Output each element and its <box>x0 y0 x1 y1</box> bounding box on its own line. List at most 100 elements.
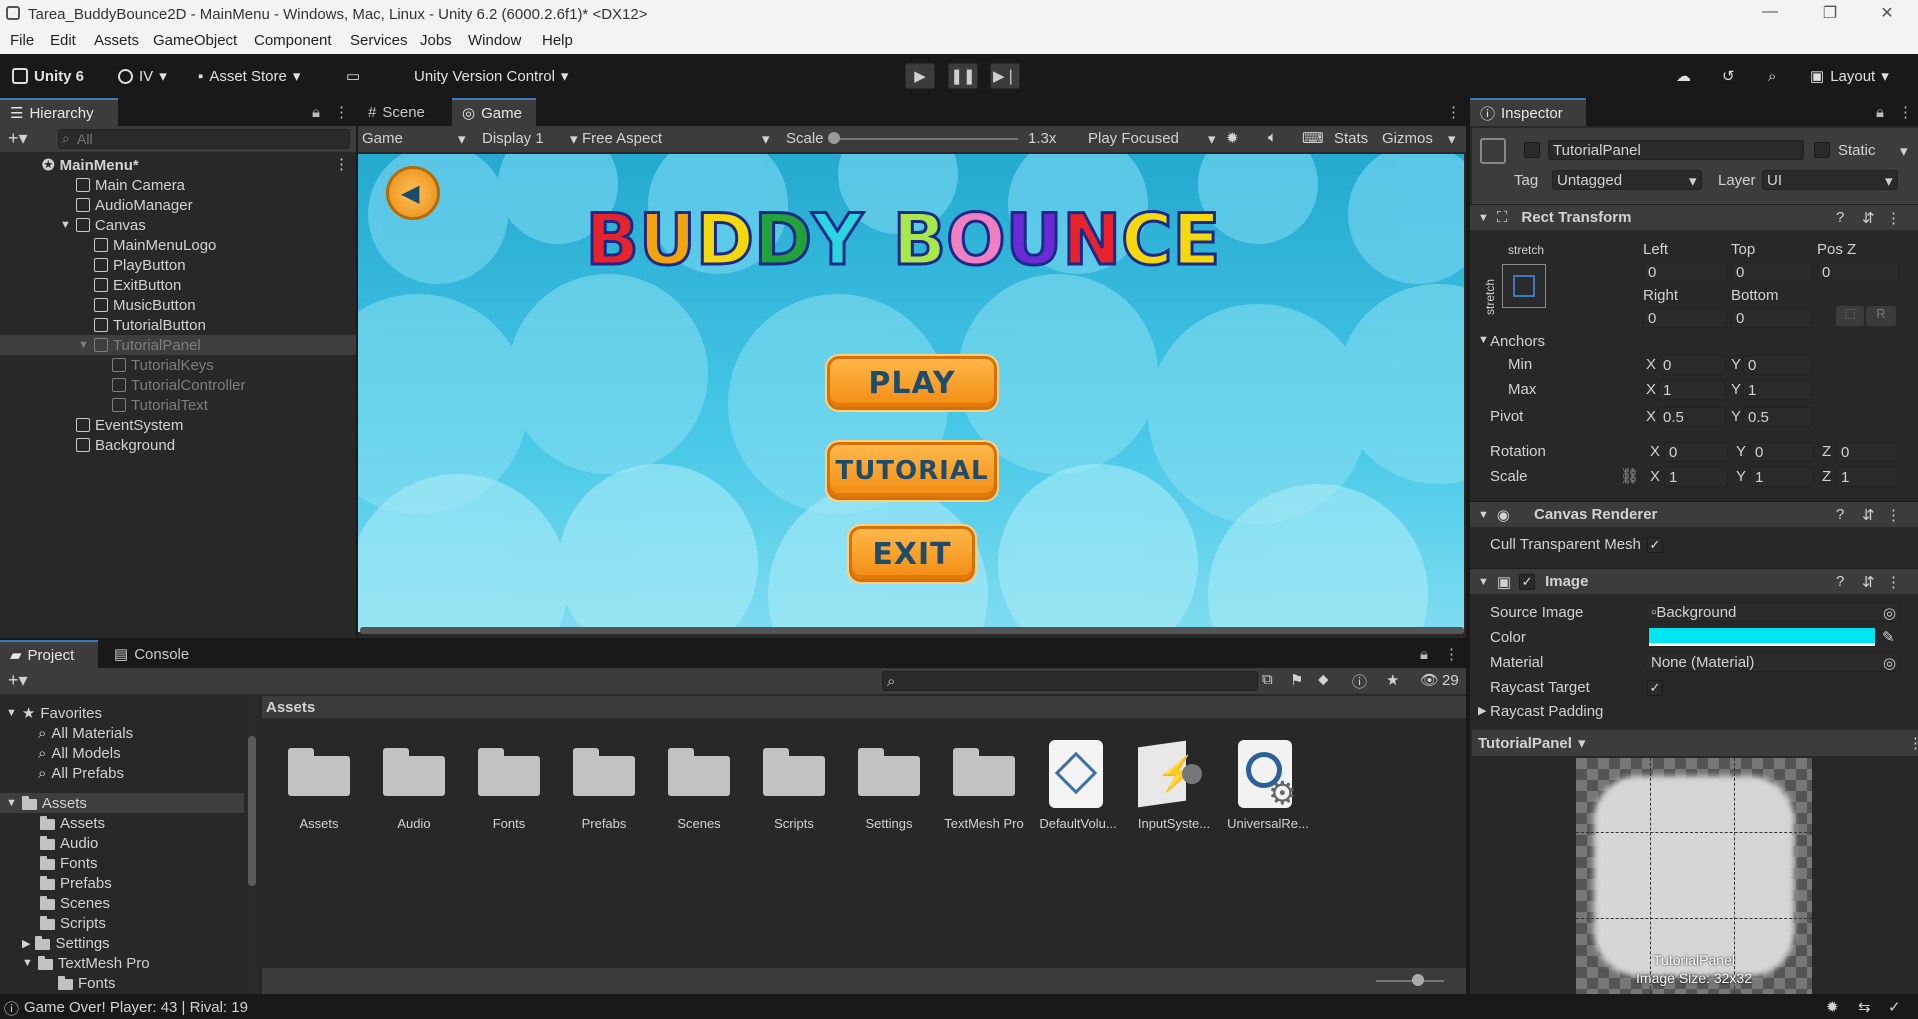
source-image-field[interactable]: ▫Background ◎ <box>1646 602 1900 622</box>
status-message[interactable]: Game Over! Player: 43 | Rival: 19 <box>24 999 248 1016</box>
hierarchy-item[interactable]: MainMenuLogo <box>94 235 216 255</box>
input-system-asset[interactable]: ⚡ <box>1138 740 1202 808</box>
more-icon[interactable]: ⋮ <box>1908 734 1918 752</box>
favorite-item[interactable]: ⌕ All Prefabs <box>38 763 124 783</box>
play-focus-dropdown[interactable]: Play Focused ▾ <box>1088 130 1224 148</box>
cloud-diagnostics-icon[interactable]: ▭ <box>346 63 360 89</box>
inspector-scrollbar[interactable] <box>1908 130 1916 724</box>
add-icon[interactable]: +▾ <box>8 670 28 691</box>
scale-slider-track[interactable] <box>834 138 1018 140</box>
add-icon[interactable]: +▾ <box>8 128 28 149</box>
project-search-input[interactable]: ⌕ <box>882 671 1258 691</box>
rect-transform-header[interactable]: ▼ ⛶ Rect Transform ? ⇵ ⋮ <box>1470 204 1918 230</box>
volume-profile-asset[interactable] <box>1049 740 1103 808</box>
folder-tree-item[interactable]: Scenes <box>40 893 110 913</box>
game-mode-dropdown[interactable]: Game ▾ <box>362 130 472 148</box>
pivot-x-field[interactable]: 0.5 <box>1658 407 1726 427</box>
play-button[interactable]: ▶ <box>905 63 935 89</box>
folder-item[interactable] <box>478 748 540 796</box>
aspect-dropdown[interactable]: Free Aspect ▾ <box>582 130 776 148</box>
folder-tree-item[interactable]: Audio <box>40 833 98 853</box>
presets-icon[interactable]: ⇵ <box>1862 506 1875 524</box>
tab-scene[interactable]: # Scene <box>358 98 452 126</box>
chevron-down-icon[interactable]: ▾ <box>1900 142 1908 160</box>
chevron-down-icon[interactable]: ▾ <box>1448 130 1456 148</box>
hierarchy-item[interactable]: ▼ Canvas <box>60 215 146 235</box>
lock-icon[interactable]: 🔒︎ <box>1876 104 1884 121</box>
scale-y-field[interactable]: 1 <box>1750 467 1814 487</box>
more-icon[interactable]: ⋮ <box>1444 645 1459 663</box>
left-field[interactable]: 0 <box>1643 262 1727 282</box>
menu-assets[interactable]: Assets <box>94 32 139 49</box>
anchors-arrow-icon[interactable]: ▼ <box>1478 334 1489 346</box>
audio-icon[interactable]: 🔈︎ <box>1268 129 1277 146</box>
anchor-presets-button[interactable] <box>1502 264 1546 308</box>
hierarchy-item[interactable]: TutorialButton <box>94 315 206 335</box>
favorite-item[interactable]: ⌕ All Materials <box>38 723 133 743</box>
material-field[interactable]: None (Material) ◎ <box>1646 652 1900 672</box>
icon-size-slider-thumb[interactable] <box>1412 974 1424 986</box>
menu-file[interactable]: File <box>10 32 34 49</box>
tab-project[interactable]: ▰ Project <box>0 640 98 668</box>
hierarchy-item[interactable]: TutorialController <box>112 375 246 395</box>
expand-arrow-icon[interactable]: ▶ <box>1478 704 1486 717</box>
layout-button[interactable]: ▣ Layout ▾ <box>1810 63 1889 89</box>
more-icon[interactable]: ⋮ <box>1886 573 1901 591</box>
preview-title[interactable]: TutorialPanel <box>1478 735 1572 752</box>
menu-services[interactable]: Services <box>350 32 408 49</box>
tutorial-game-button[interactable]: TUTORIAL <box>827 442 997 500</box>
folder-tree-item[interactable]: ▶ Settings <box>22 933 110 953</box>
object-picker-icon[interactable]: ◎ <box>1883 654 1896 671</box>
menu-help[interactable]: Help <box>542 32 573 49</box>
folder-tree-item[interactable]: Fonts <box>40 853 98 873</box>
star-icon[interactable]: ★ <box>1386 671 1399 689</box>
folder-item[interactable] <box>953 748 1015 796</box>
step-button[interactable]: ▶❘ <box>990 63 1020 89</box>
minimize-icon[interactable]: — <box>1755 3 1785 21</box>
search-icon[interactable]: ⌕ <box>1768 63 1776 89</box>
display-dropdown[interactable]: Display 1 ▾ <box>482 130 582 148</box>
help-icon[interactable]: ? <box>1836 573 1844 590</box>
active-checkbox[interactable] <box>1524 142 1540 162</box>
anchor-max-y-field[interactable]: 1 <box>1743 380 1813 400</box>
rotation-y-field[interactable]: 0 <box>1750 442 1814 462</box>
folder-tree-item[interactable]: Scripts <box>40 913 106 933</box>
lock-icon[interactable]: 🔒︎ <box>1420 646 1428 663</box>
scale-slider-thumb[interactable] <box>828 132 840 144</box>
search-by-type-icon[interactable]: ⧉ <box>1262 671 1273 688</box>
rotation-x-field[interactable]: 0 <box>1664 442 1728 462</box>
music-button[interactable]: ◀ <box>386 166 440 220</box>
menu-edit[interactable]: Edit <box>50 32 76 49</box>
image-header[interactable]: ▼ ▣ ✓ Image ? ⇵ ⋮ <box>1470 568 1918 594</box>
folder-tree-item[interactable]: ▼ TextMesh Pro <box>22 953 150 973</box>
icon-size-slider-track[interactable] <box>1376 980 1444 982</box>
keyboard-icon[interactable]: ⌨ <box>1302 129 1324 147</box>
history-icon[interactable]: ↺ <box>1722 63 1735 89</box>
hierarchy-item[interactable]: EventSystem <box>76 415 183 435</box>
cache-icon[interactable]: ⇆ <box>1858 998 1871 1016</box>
favorite-item[interactable]: ⌕ All Models <box>38 743 121 763</box>
breadcrumb-assets[interactable]: Assets <box>266 699 315 716</box>
folder-item[interactable] <box>383 748 445 796</box>
cloud-icon[interactable]: ☁ <box>1676 63 1691 89</box>
expand-arrow-icon[interactable]: ▼ <box>78 339 89 351</box>
hierarchy-item[interactable]: TutorialKeys <box>112 355 214 375</box>
asset-store-button[interactable]: ▪ Asset Store ▾ <box>198 63 300 89</box>
raycast-target-checkbox[interactable]: ✓ <box>1647 679 1663 696</box>
anchor-max-x-field[interactable]: 1 <box>1658 380 1726 400</box>
warning-icon[interactable]: ⓘ <box>1352 671 1367 692</box>
folder-item[interactable] <box>668 748 730 796</box>
unity-hub-button[interactable]: Unity 6 <box>12 63 84 89</box>
scale-z-field[interactable]: 1 <box>1836 467 1898 487</box>
folder-tree-item[interactable]: Prefabs <box>40 873 112 893</box>
presets-icon[interactable]: ⇵ <box>1862 573 1875 591</box>
stats-button[interactable]: Stats <box>1334 130 1368 147</box>
info-icon[interactable]: ⓘ <box>4 998 19 1019</box>
bottom-field[interactable]: 0 <box>1731 308 1813 328</box>
tree-scrollbar[interactable] <box>246 696 258 994</box>
urp-asset[interactable]: ⚙ <box>1238 740 1302 811</box>
progress-check-icon[interactable]: ✓ <box>1888 998 1901 1016</box>
label-icon[interactable]: ⬥ <box>1318 671 1329 688</box>
scene-row[interactable]: ✪ MainMenu* <box>42 155 139 175</box>
layer-dropdown[interactable]: UI ▾ <box>1762 170 1898 190</box>
